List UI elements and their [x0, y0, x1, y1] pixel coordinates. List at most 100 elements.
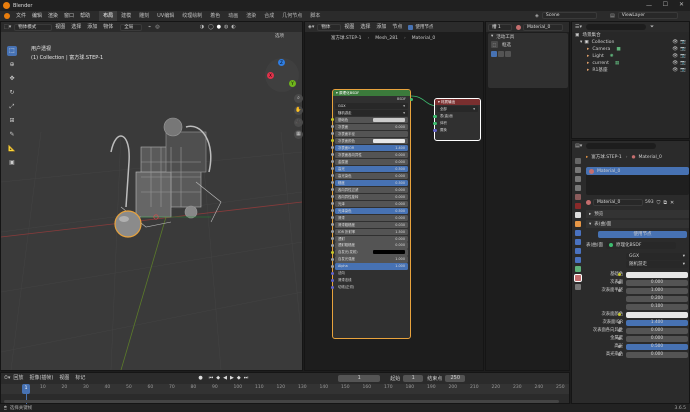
minimize-icon[interactable]: —	[646, 2, 652, 9]
blender-menu-icon[interactable]	[4, 13, 10, 19]
material-name-field[interactable]: Material_0	[593, 199, 643, 206]
bsdf-input-row[interactable]: 糙度 0.500	[331, 179, 408, 186]
output-target-dropdown[interactable]: 全部 ▾	[437, 105, 478, 112]
properties-search-field[interactable]	[586, 143, 657, 149]
use-nodes-button[interactable]: 使用节点	[598, 231, 687, 238]
principled-bsdf-node[interactable]: ▾ 原理化BSDF BSDF GGX ▾ 随机游走 ▾ 基础色 次表面 0.000 次表面…	[331, 89, 413, 339]
bsdf-input-row[interactable]: 基础色	[331, 116, 408, 123]
tab-rendering[interactable]: 渲染	[242, 11, 260, 21]
constraints-tab-icon[interactable]	[575, 257, 581, 263]
current-eye-icon[interactable]: 👁	[672, 60, 678, 67]
viewport-menu-object[interactable]: 物体	[100, 22, 116, 32]
jump-end-icon[interactable]: ⏭	[244, 375, 249, 381]
shader-type-dropdown[interactable]: 物体	[317, 23, 342, 31]
tab-texture-paint[interactable]: 纹理绘制	[178, 11, 206, 21]
input-socket[interactable]	[331, 139, 334, 143]
surface-input-field[interactable]: 0.200	[626, 295, 688, 302]
render-camera-icon[interactable]: 📷	[680, 39, 686, 46]
play-icon[interactable]: ▶	[230, 375, 234, 381]
surface-input-field[interactable]: 0.000	[626, 327, 688, 334]
tab-uv-editing[interactable]: UV编辑	[153, 11, 178, 21]
particles-tab-icon[interactable]	[575, 239, 581, 245]
input-socket[interactable]	[331, 230, 334, 234]
viewport-menu-select[interactable]: 选择	[68, 22, 84, 32]
prev-key-icon[interactable]: ◆	[216, 375, 220, 381]
tab-layout[interactable]: 布局	[99, 11, 118, 21]
bsdf-input-row[interactable]: 自发光(发射)	[331, 249, 408, 256]
input-socket[interactable]	[331, 285, 334, 289]
datablock-sphere-icon[interactable]	[586, 200, 591, 205]
bsdf-distribution-dropdown[interactable]: GGX ▾	[335, 102, 408, 109]
viewport-scene[interactable]	[1, 32, 302, 370]
fake-user-icon[interactable]: ⛉	[657, 200, 661, 206]
maximize-icon[interactable]: ☐	[663, 1, 668, 8]
bsdf-input-row[interactable]: IOR 折射率 1.500	[331, 228, 408, 235]
volume-socket[interactable]	[433, 121, 437, 126]
node-menu-view[interactable]: 视图	[341, 22, 357, 32]
light-eye-icon[interactable]: 👁	[672, 53, 678, 60]
tab-shading[interactable]: 着色	[206, 11, 224, 21]
surface-socket[interactable]	[433, 114, 437, 119]
timeline-menu-view[interactable]: 视图	[56, 373, 72, 383]
surface-shader-field[interactable]: 原理化BSDF	[606, 241, 676, 249]
color-swatch[interactable]	[373, 117, 405, 122]
material-tab-icon[interactable]	[574, 274, 582, 282]
bsdf-input-row[interactable]: 金属度 0.000	[331, 158, 408, 165]
emission-swatch[interactable]	[373, 250, 405, 255]
timeline-menu-playback[interactable]: 回放	[10, 373, 26, 383]
viewport-menu-add[interactable]: 添加	[84, 22, 100, 32]
input-socket[interactable]	[331, 160, 334, 164]
render-tab-icon[interactable]	[575, 167, 581, 173]
close-icon[interactable]: ✕	[679, 1, 684, 8]
scene-tab-icon[interactable]	[575, 194, 581, 200]
camera-eye-icon[interactable]: 👁	[672, 46, 678, 53]
input-socket[interactable]	[331, 243, 334, 247]
surface-collapse-icon[interactable]: ▾	[589, 222, 591, 227]
base-eye-icon[interactable]: 👁	[672, 67, 678, 74]
input-socket[interactable]	[331, 188, 334, 192]
input-link-icon[interactable]	[618, 321, 621, 324]
shader-editor[interactable]: ◈▾ 物体 视图 选择 添加 节点 使用节点 富方球.STEP-1 › Mesh…	[304, 21, 484, 371]
current-frame-field[interactable]: 1	[338, 374, 381, 382]
tab-geometry-nodes[interactable]: 几何节点	[278, 11, 306, 21]
bsdf-input-row[interactable]: 法向	[331, 270, 408, 276]
outliner-item-light[interactable]: ▸ Light ✺ 👁 📷	[575, 53, 688, 60]
panel-expand-icon[interactable]: ▾	[491, 34, 493, 39]
timeline-scrollbar[interactable]	[4, 400, 559, 403]
camera-render-icon[interactable]: 📷	[680, 46, 686, 53]
input-socket[interactable]	[331, 167, 334, 171]
world-tab-icon[interactable]	[575, 203, 581, 209]
shading-material-icon[interactable]: ◍	[224, 24, 228, 30]
outliner-item-collection[interactable]: ▾ ▣ Collection 👁 📷	[575, 39, 688, 46]
input-socket[interactable]	[331, 271, 334, 275]
input-link-icon[interactable]	[618, 281, 621, 284]
material-slot-item[interactable]: Material_0	[586, 167, 689, 175]
surface-input-field[interactable]: 1.400	[626, 319, 688, 326]
scene-selector[interactable]: ◈ Scene	[535, 12, 597, 19]
scene-collection-row[interactable]: ▣ 场景集合	[575, 32, 688, 39]
input-socket[interactable]	[331, 181, 334, 185]
select-mode-extend-icon[interactable]	[498, 51, 504, 57]
select-mode-new-icon[interactable]	[491, 51, 497, 57]
distribution-dropdown[interactable]: GGX ▾	[626, 253, 688, 260]
editor-type-icon[interactable]: ⬚▾	[4, 24, 11, 30]
surface-panel-header[interactable]: ▾ 表(曲)面	[586, 220, 689, 228]
playhead[interactable]: 1	[22, 384, 30, 394]
material-slot-list[interactable]: Material_0 + −	[586, 167, 689, 195]
input-link-icon[interactable]	[618, 289, 621, 292]
bsdf-input-row[interactable]: 次表面各向异性 0.000	[331, 151, 408, 158]
duplicate-icon[interactable]: ⧉	[663, 200, 667, 206]
outliner-search-field[interactable]	[586, 24, 646, 30]
expand-icon[interactable]: ▾	[580, 39, 582, 46]
input-link-icon[interactable]	[618, 313, 621, 316]
object-tab-icon[interactable]	[575, 221, 581, 227]
bsdf-input-row[interactable]: 自发光强度 1.000	[331, 256, 408, 263]
bsdf-input-row[interactable]: 各向异性过滤 0.000	[331, 186, 408, 193]
surface-input-field[interactable]: 0.000	[626, 335, 688, 342]
surface-input-field[interactable]	[626, 311, 688, 318]
input-link-icon[interactable]	[618, 273, 621, 276]
bsdf-input-row[interactable]: 光泽 0.000	[331, 200, 408, 207]
visibility-eye-icon[interactable]: 👁	[672, 39, 678, 46]
orientation-dropdown[interactable]: 全局	[120, 23, 143, 31]
output-node-header[interactable]: ▾ 材质输出	[435, 99, 480, 105]
